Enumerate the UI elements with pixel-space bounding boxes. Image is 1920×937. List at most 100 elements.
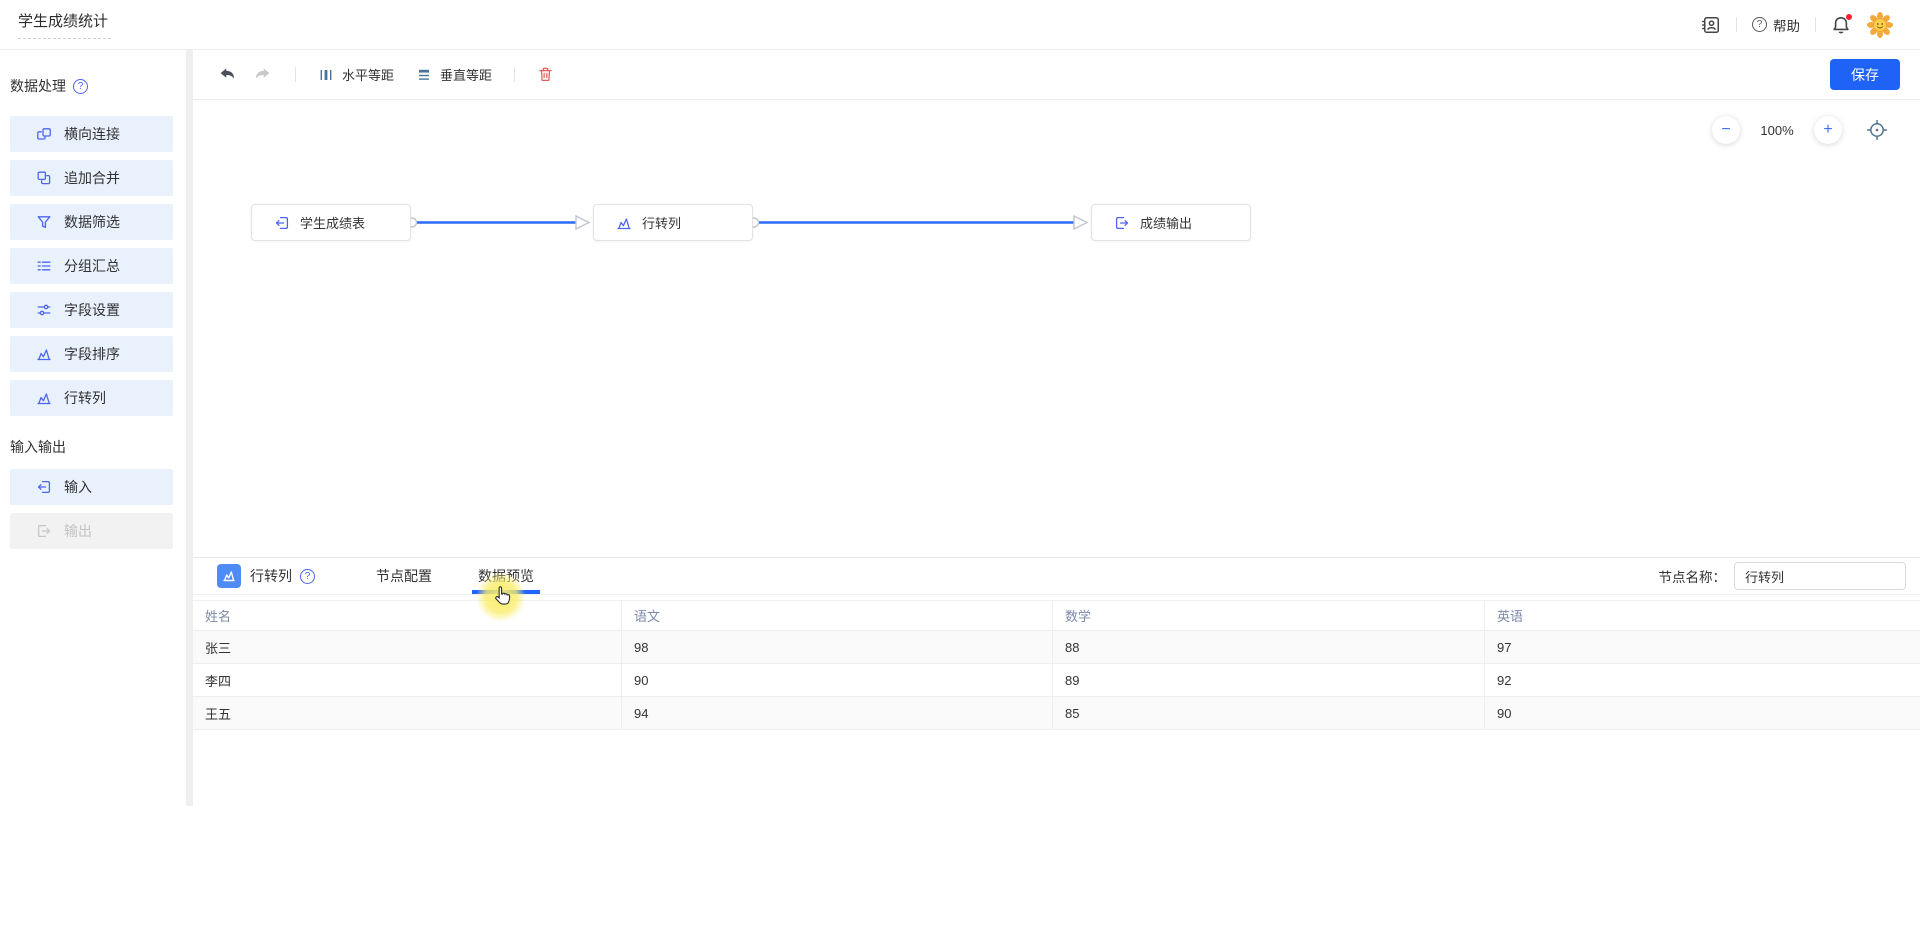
- sidebar-item-append-merge[interactable]: 追加合并: [10, 160, 173, 196]
- redo-button[interactable]: [254, 65, 273, 84]
- divider: [514, 67, 515, 82]
- sidebar-section-input-output: 输入输出: [10, 438, 186, 456]
- top-bar: 学生成绩统计 帮助: [0, 0, 1920, 50]
- sidebar-item-output: 输出: [10, 513, 173, 549]
- flow-node-student-score-table[interactable]: 学生成绩表: [251, 204, 411, 241]
- sidebar-item-label: 追加合并: [64, 168, 120, 188]
- panel-title: 行转列: [250, 566, 292, 586]
- node-label: 行转列: [642, 213, 681, 232]
- input-icon: [36, 479, 52, 495]
- table-cell: 89: [1053, 664, 1485, 696]
- sidebar-item-label: 分组汇总: [64, 256, 120, 276]
- horizontal-distribute-icon: [318, 67, 334, 83]
- node-name-input[interactable]: [1734, 562, 1906, 590]
- table-cell: 李四: [193, 664, 622, 696]
- panel-header: 行转列 节点配置 数据预览 节点名称：: [193, 558, 1920, 595]
- help-button[interactable]: 帮助: [1752, 15, 1800, 35]
- divider: [295, 67, 296, 82]
- horizontal-distribute-label: 水平等距: [342, 65, 394, 84]
- canvas-toolbar: 水平等距 垂直等距 保存: [193, 50, 1920, 100]
- notification-bell-icon[interactable]: [1831, 15, 1851, 35]
- help-icon: [1752, 17, 1767, 32]
- sidebar-item-label: 字段排序: [64, 344, 120, 364]
- divider: [1736, 17, 1737, 32]
- node-name-field: 节点名称：: [1659, 562, 1907, 590]
- section-help-icon[interactable]: [73, 79, 88, 94]
- column-header: 数学: [1053, 601, 1485, 630]
- user-avatar[interactable]: [1866, 11, 1894, 39]
- input-icon: [274, 215, 290, 231]
- vertical-distribute-icon: [416, 67, 432, 83]
- topbar-actions: 帮助: [1701, 11, 1894, 39]
- sidebar-item-label: 横向连接: [64, 124, 120, 144]
- delete-node-button[interactable]: [537, 66, 554, 83]
- horizontal-distribute-button[interactable]: 水平等距: [318, 65, 394, 84]
- node-name-label: 节点名称：: [1659, 566, 1727, 586]
- sidebar-item-input[interactable]: 输入: [10, 469, 173, 505]
- row-to-column-node-icon: [217, 564, 241, 588]
- sidebar-section-data-processing: 数据处理: [10, 77, 186, 95]
- sidebar-item-field-sort[interactable]: 字段排序: [10, 336, 173, 372]
- node-label: 学生成绩表: [300, 213, 365, 232]
- sidebar-item-label: 输出: [64, 521, 92, 541]
- tab-node-config[interactable]: 节点配置: [373, 558, 435, 594]
- sidebar-item-row-to-column[interactable]: 行转列: [10, 380, 173, 416]
- table-cell: 94: [622, 697, 1053, 729]
- sidebar-item-data-filter[interactable]: 数据筛选: [10, 204, 173, 240]
- table-cell: 90: [1485, 697, 1920, 729]
- field-sort-icon: [36, 346, 52, 362]
- main-area: 水平等距 垂直等距 保存: [193, 50, 1920, 806]
- sidebar-item-label: 数据筛选: [64, 212, 120, 232]
- panel-help-icon[interactable]: [300, 569, 315, 584]
- table-row: 李四 90 89 92: [193, 664, 1920, 697]
- fit-view-icon[interactable]: [1866, 119, 1888, 141]
- section-title: 输入输出: [10, 437, 66, 457]
- sidebar: 数据处理 横向连接 追加合并 数据筛选: [0, 50, 186, 806]
- flow-edges: [193, 100, 1920, 557]
- filter-icon: [36, 214, 52, 230]
- sidebar-item-field-settings[interactable]: 字段设置: [10, 292, 173, 328]
- output-icon: [36, 523, 52, 539]
- table-cell: 92: [1485, 664, 1920, 696]
- notification-badge: [1845, 13, 1853, 21]
- divider: [1815, 17, 1816, 32]
- sidebar-item-group-summary[interactable]: 分组汇总: [10, 248, 173, 284]
- join-icon: [36, 126, 52, 142]
- sidebar-item-label: 行转列: [64, 388, 106, 408]
- group-summary-icon: [36, 258, 52, 274]
- sidebar-item-horizontal-join[interactable]: 横向连接: [10, 116, 173, 152]
- table-cell: 97: [1485, 631, 1920, 663]
- node-label: 成绩输出: [1140, 213, 1192, 232]
- undo-button[interactable]: [217, 65, 236, 84]
- column-header: 英语: [1485, 601, 1920, 630]
- append-merge-icon: [36, 170, 52, 186]
- sidebar-item-label: 输入: [64, 477, 92, 497]
- flow-canvas[interactable]: 学生成绩表 行转列 成绩输出 − 100%: [193, 100, 1920, 557]
- zoom-in-button[interactable]: +: [1814, 116, 1842, 144]
- output-icon: [1114, 215, 1130, 231]
- table-cell: 85: [1053, 697, 1485, 729]
- table-cell: 90: [622, 664, 1053, 696]
- vertical-distribute-label: 垂直等距: [440, 65, 492, 84]
- flow-node-row-to-column[interactable]: 行转列: [593, 204, 753, 241]
- zoom-controls: − 100% +: [1712, 116, 1888, 144]
- table-cell: 98: [622, 631, 1053, 663]
- save-button[interactable]: 保存: [1830, 59, 1900, 90]
- sidebar-item-label: 字段设置: [64, 300, 120, 320]
- field-settings-icon: [36, 302, 52, 318]
- tab-data-preview[interactable]: 数据预览: [475, 558, 537, 594]
- app-window: 学生成绩统计 帮助: [0, 0, 1920, 937]
- table-cell: 88: [1053, 631, 1485, 663]
- page-title[interactable]: 学生成绩统计: [18, 10, 111, 39]
- table-row: 王五 94 85 90: [193, 697, 1920, 730]
- table-header-row: 姓名 语文 数学 英语: [193, 600, 1920, 631]
- column-header: 语文: [622, 601, 1053, 630]
- flow-node-score-output[interactable]: 成绩输出: [1091, 204, 1251, 241]
- row-to-column-icon: [36, 390, 52, 406]
- vertical-distribute-button[interactable]: 垂直等距: [416, 65, 492, 84]
- zoom-out-button[interactable]: −: [1712, 116, 1740, 144]
- address-book-icon[interactable]: [1701, 15, 1721, 35]
- data-preview-table: 姓名 语文 数学 英语 张三 98 88 97 李四 90 89 92: [193, 600, 1920, 730]
- column-header: 姓名: [193, 601, 622, 630]
- table-cell: 王五: [193, 697, 622, 729]
